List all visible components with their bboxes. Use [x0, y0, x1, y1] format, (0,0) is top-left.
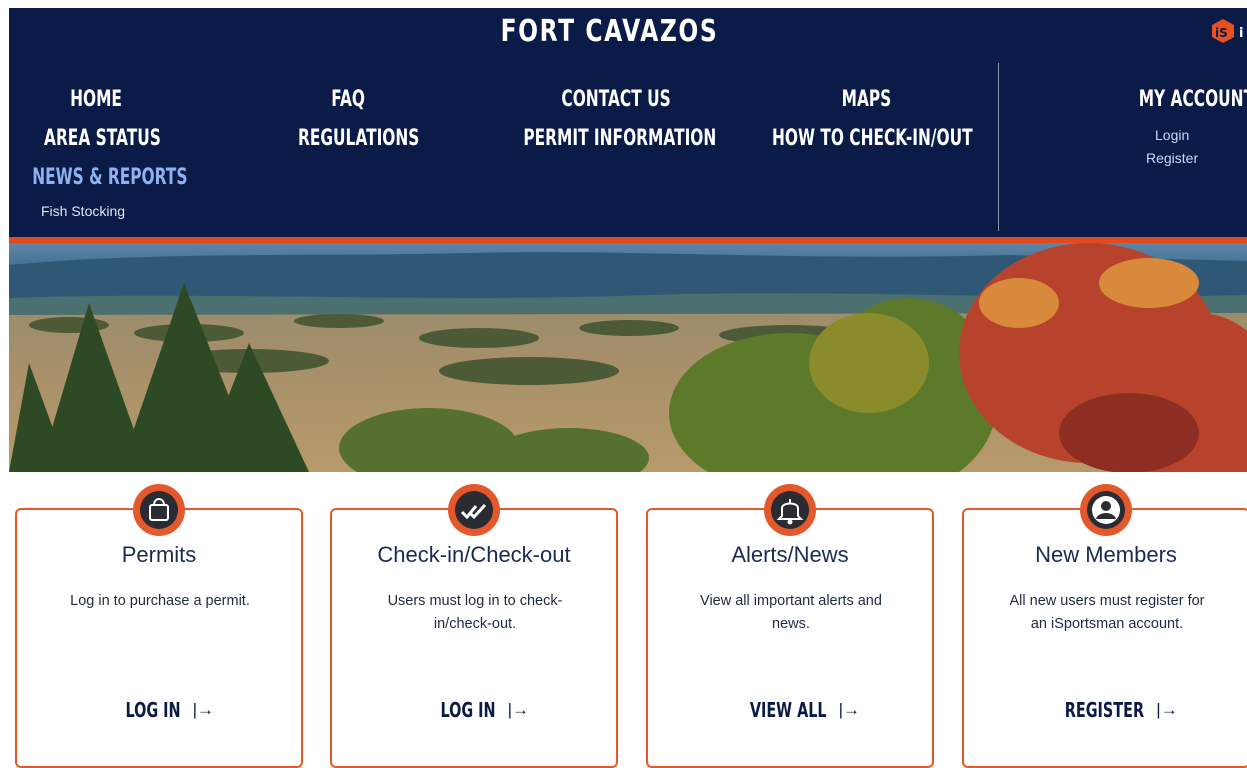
double-check-icon: [444, 480, 504, 540]
card-action-check-in[interactable]: LOG IN |→: [332, 698, 616, 722]
card-description: All new users must register for an iSpor…: [1009, 593, 1205, 632]
card-title: Permits: [121, 542, 197, 567]
login-arrow-icon: |→: [507, 700, 529, 719]
view-all-arrow-icon: |→: [838, 700, 860, 719]
view-all-link[interactable]: VIEW ALL: [750, 698, 827, 722]
my-account-heading: MY ACCOUNT: [1138, 87, 1247, 112]
header-divider: [998, 63, 999, 231]
nav-permit-information[interactable]: PERMIT INFORMATION: [523, 126, 716, 151]
page-edge: [0, 0, 9, 754]
nav-faq[interactable]: FAQ: [331, 87, 365, 112]
card-description: View all important alerts and news.: [700, 593, 882, 632]
nav-maps[interactable]: MAPS: [842, 87, 892, 112]
card-permits: Permits Log in to purchase a permit. LOG…: [15, 484, 303, 768]
site-title: FORT CAVAZOS: [500, 14, 719, 49]
card-description: Log in to purchase a permit.: [70, 593, 250, 609]
nav-area-status[interactable]: AREA STATUS: [44, 126, 161, 151]
login-arrow-icon: |→: [192, 700, 214, 719]
user-icon: [1076, 480, 1136, 540]
card-title: Alerts/News: [731, 542, 849, 567]
nav-how-to-check-in-out[interactable]: HOW TO CHECK-IN/OUT: [772, 126, 973, 151]
nav-news-reports[interactable]: NEWS & REPORTS: [32, 165, 187, 190]
nav-regulations[interactable]: REGULATIONS: [298, 126, 419, 151]
card-description: Users must log in to check-in/check-out.: [387, 593, 563, 632]
register-link[interactable]: Register: [1146, 150, 1198, 166]
card-check-in-out: Check-in/Check-out Users must log in to …: [330, 484, 618, 768]
nav-contact-us[interactable]: CONTACT US: [561, 87, 670, 112]
nav-home[interactable]: HOME: [70, 87, 122, 112]
svg-text:i: i: [1239, 26, 1243, 41]
card-action-register[interactable]: REGISTER |→: [964, 698, 1247, 722]
isportsman-logo-icon[interactable]: iS i: [1209, 18, 1247, 48]
bell-icon: [760, 480, 820, 540]
svg-text:iS: iS: [1215, 26, 1228, 40]
register-link[interactable]: REGISTER: [1065, 698, 1144, 722]
card-new-members: New Members All new users must register …: [962, 484, 1247, 768]
nav-fish-stocking[interactable]: Fish Stocking: [41, 203, 125, 219]
card-action-permits[interactable]: LOG IN |→: [17, 698, 301, 722]
site-header: FORT CAVAZOS iS i HOME FAQ CONTACT US MA…: [9, 8, 1247, 237]
card-alerts-news: Alerts/News View all important alerts an…: [646, 484, 934, 768]
hero-landscape-image: [9, 243, 1247, 472]
log-in-link[interactable]: LOG IN: [125, 698, 180, 722]
login-link[interactable]: Login: [1155, 127, 1189, 143]
register-arrow-icon: |→: [1156, 700, 1178, 719]
card-action-alerts[interactable]: VIEW ALL |→: [648, 698, 932, 722]
card-title: New Members: [1035, 542, 1177, 567]
shopping-bag-icon: [129, 480, 189, 540]
log-in-link[interactable]: LOG IN: [440, 698, 495, 722]
card-title: Check-in/Check-out: [377, 542, 571, 567]
